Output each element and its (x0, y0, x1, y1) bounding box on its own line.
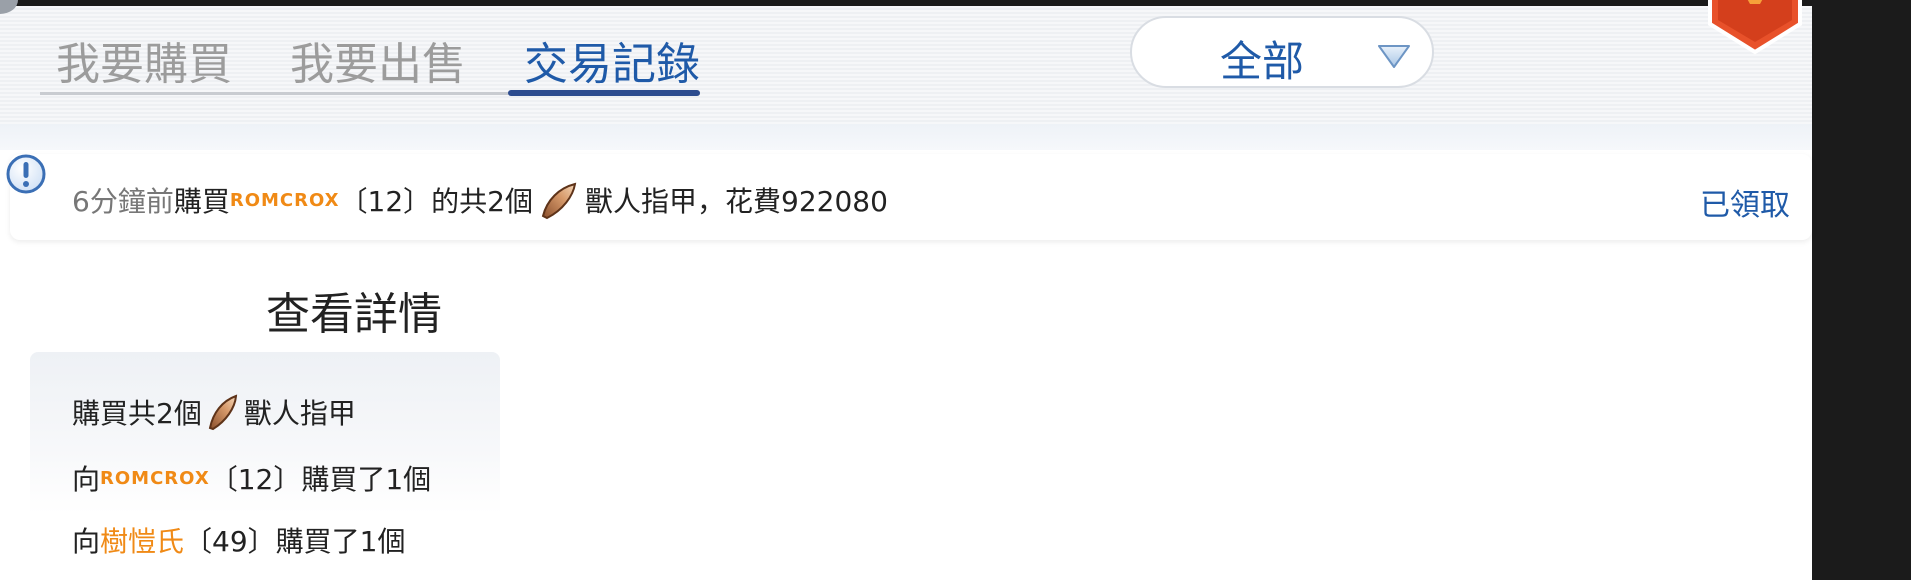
tab-buy[interactable]: 我要購買 (56, 28, 232, 92)
details-row-level: 〔49〕 (184, 525, 276, 558)
record-item-name: 獸人指甲 (585, 185, 698, 218)
details-row-prefix: 向 (72, 463, 101, 496)
record-description: 6分鐘前 購買 ROMCROX 〔12〕 的共2個 獸人指甲 ，花費922080 (72, 180, 888, 220)
filter-dropdown[interactable]: 全部 (1130, 16, 1434, 88)
record-quantity: 的共2個 (431, 185, 533, 218)
record-cost: ，花費922080 (697, 185, 888, 218)
details-row: 向 樹愷氏 〔49〕 購買了1個 (72, 520, 406, 560)
details-row-suffix: 購買了1個 (275, 525, 406, 558)
tab-active-indicator (508, 90, 700, 96)
trade-panel: 我要購買 我要出售 交易記錄 全部 6分鐘前 購買 ROMCROX 〔12〕 的… (0, 0, 1812, 580)
record-time: 6分鐘前 (72, 185, 174, 218)
exclamation-circle-icon[interactable] (4, 152, 48, 196)
hexagon-badge-icon[interactable] (1700, 0, 1810, 58)
details-row-seller: ROMCROX (100, 467, 210, 489)
triangle-down-icon (1378, 45, 1410, 68)
trade-record-row[interactable]: 6分鐘前 購買 ROMCROX 〔12〕 的共2個 獸人指甲 ，花費922080… (10, 154, 1812, 240)
filter-selected-label: 全部 (1220, 37, 1305, 86)
details-row-suffix: 購買了1個 (301, 463, 432, 496)
claimed-status-button[interactable]: 已領取 (1700, 180, 1790, 224)
view-details-link[interactable]: 查看詳情 (266, 278, 442, 342)
details-row: 向 ROMCROX 〔12〕 購買了1個 (72, 458, 431, 498)
record-header-strip (0, 124, 1812, 150)
claw-nail-icon (541, 182, 577, 220)
record-seller-level: 〔12〕 (339, 185, 432, 218)
details-row-seller: 樹愷氏 (100, 525, 185, 558)
details-row-level: 〔12〕 (209, 463, 302, 496)
details-summary: 購買共2個 獸人指甲 (72, 392, 356, 432)
record-action: 購買 (173, 185, 230, 218)
tab-bar: 我要購買 我要出售 交易記錄 (40, 20, 700, 100)
claw-nail-icon (208, 394, 237, 431)
right-dark-margin (1812, 0, 1911, 580)
details-row-prefix: 向 (72, 525, 101, 558)
tab-trade-history[interactable]: 交易記錄 (524, 28, 700, 92)
details-summary-item: 獸人指甲 (243, 397, 356, 430)
record-seller: ROMCROX (229, 189, 340, 211)
tab-sell[interactable]: 我要出售 (290, 28, 466, 92)
details-summary-prefix: 購買共2個 (72, 397, 202, 430)
